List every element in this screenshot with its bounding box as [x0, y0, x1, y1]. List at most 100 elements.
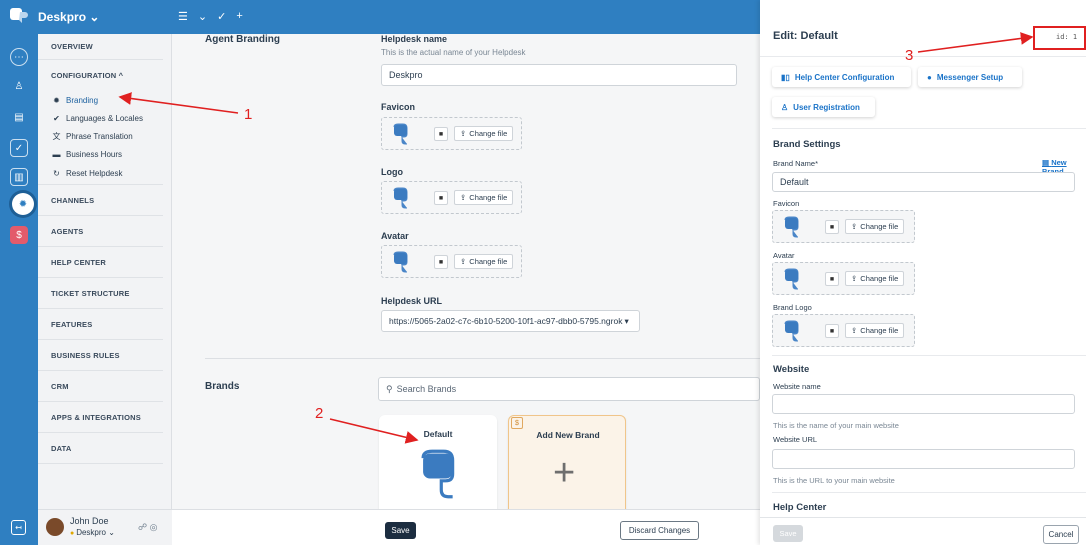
dropdown-caret-icon: ▾: [624, 315, 629, 326]
divider: [772, 355, 1086, 356]
elephant-logo-icon: [784, 268, 799, 290]
website-heading: Website: [773, 364, 810, 375]
search-brands-input[interactable]: ⚲ Search Brands: [378, 377, 760, 401]
top-bar: Deskpro ⌄ ☰ ⌄ ✓ +: [38, 0, 760, 34]
nav-item-reset-helpdesk[interactable]: ↻ Reset Helpdesk: [38, 163, 163, 185]
plus-icon[interactable]: +: [236, 10, 242, 23]
delete-icon[interactable]: ■: [825, 324, 839, 338]
panel-cancel-button[interactable]: Cancel: [1043, 525, 1079, 544]
layout-icon: ▮▯: [781, 72, 790, 82]
nav-item-business-hours[interactable]: ▬ Business Hours: [38, 145, 171, 163]
change-file-button[interactable]: ⇪ Change file: [845, 219, 905, 234]
reports-icon[interactable]: ▥: [10, 168, 28, 186]
panel-avatar-label: Avatar: [773, 251, 795, 260]
billing-icon[interactable]: $: [10, 226, 28, 244]
chat-bubble-icon: ●: [927, 72, 932, 82]
icon-rail: ⋯ ♙ ▤ ✓ ▥ ✹ $ ↤: [0, 0, 38, 545]
nav-item-branding[interactable]: ✹ Branding: [38, 91, 171, 109]
nav-apps-integrations[interactable]: APPS & INTEGRATIONS: [38, 402, 163, 433]
section-divider: [205, 358, 760, 359]
status-icon: ◎: [149, 522, 158, 532]
avatar-uploader: ■ ⇪ Change file: [381, 245, 522, 278]
edit-brand-panel: Edit: Default id: 1 ▮▯ Help Center Config…: [760, 0, 1086, 545]
upload-icon: ⇪: [460, 129, 467, 138]
checkbox-icon[interactable]: ✓: [10, 139, 28, 157]
elephant-logo-icon: [421, 449, 455, 499]
book-icon: ▤: [1042, 158, 1050, 167]
sun-icon: ✹: [53, 95, 60, 105]
agent-branding-heading: Agent Branding: [205, 34, 280, 45]
nav-agents[interactable]: AGENTS: [38, 216, 163, 247]
nav-data[interactable]: DATA: [38, 433, 163, 464]
brand-name-label: Brand Name*: [773, 159, 819, 168]
nav-item-languages[interactable]: ✔ Languages & Locales: [38, 109, 171, 127]
calendar-icon: ▬: [52, 149, 61, 159]
elephant-logo-icon: [784, 216, 799, 238]
delete-icon[interactable]: ■: [825, 272, 839, 286]
translate-icon: 文: [52, 131, 61, 141]
nav-configuration[interactable]: CONFIGURATION ^: [38, 60, 163, 91]
delete-icon[interactable]: ■: [825, 220, 839, 234]
brand-card-default[interactable]: Default: [379, 415, 497, 509]
user-footer[interactable]: John Doe ● Deskpro ⌄ ☍ ◎: [38, 509, 172, 545]
favicon-uploader: ■ ⇪ Change file: [381, 117, 522, 150]
avatar[interactable]: [46, 518, 64, 536]
nav-item-phrase-translation[interactable]: 文 Phrase Translation: [38, 127, 171, 145]
upload-icon: ⇪: [460, 193, 467, 202]
nav-ticket-structure[interactable]: TICKET STRUCTURE: [38, 278, 163, 309]
website-name-label: Website name: [773, 382, 821, 391]
app-name[interactable]: Deskpro ⌄: [38, 10, 99, 24]
knowledge-icon[interactable]: ▤: [10, 108, 28, 126]
settings-gear-icon[interactable]: ✹: [12, 193, 34, 215]
nav-channels[interactable]: CHANNELS: [38, 185, 163, 216]
nav-business-rules[interactable]: BUSINESS RULES: [38, 340, 163, 371]
brand-name-input[interactable]: Default: [772, 172, 1075, 192]
change-file-button[interactable]: ⇪ Change file: [454, 190, 514, 205]
discard-changes-button[interactable]: Discard Changes: [620, 521, 699, 540]
logo-label: Logo: [381, 167, 403, 177]
delete-icon[interactable]: ■: [434, 255, 448, 269]
avatar-label: Avatar: [381, 231, 409, 241]
annotation-number-3: 3: [905, 47, 914, 64]
helpdesk-url-label: Helpdesk URL: [381, 296, 443, 306]
website-url-input[interactable]: [772, 449, 1075, 469]
elephant-logo-icon: [393, 251, 408, 273]
change-file-button[interactable]: ⇪ Change file: [845, 271, 905, 286]
panel-footer: Save Cancel: [760, 517, 1086, 545]
chevron-down-icon[interactable]: ⌄: [198, 10, 207, 23]
nav-features[interactable]: FEATURES: [38, 309, 163, 340]
check-icon[interactable]: ✓: [217, 10, 226, 23]
panel-title: Edit: Default: [773, 30, 838, 42]
delete-icon[interactable]: ■: [434, 127, 448, 141]
messenger-setup-button[interactable]: ● Messenger Setup: [918, 67, 1022, 87]
deskpro-logo-icon[interactable]: [8, 6, 30, 26]
logout-icon[interactable]: ↤: [11, 520, 26, 535]
user-icon[interactable]: ♙: [10, 77, 28, 95]
list-icon[interactable]: ☰: [178, 10, 188, 23]
delete-icon[interactable]: ■: [434, 191, 448, 205]
user-org[interactable]: ● Deskpro ⌄: [70, 528, 115, 537]
help-center-heading: Help Center: [773, 502, 827, 513]
nav-overview[interactable]: OVERVIEW: [38, 34, 163, 60]
brand-settings-heading: Brand Settings: [773, 139, 841, 150]
website-name-input[interactable]: [772, 394, 1075, 414]
panel-save-button[interactable]: Save: [773, 525, 803, 542]
add-new-brand-card[interactable]: $ Add New Brand +: [508, 415, 626, 509]
save-button[interactable]: Save: [385, 522, 416, 539]
change-file-button[interactable]: ⇪ Change file: [845, 323, 905, 338]
helpdesk-name-input[interactable]: Deskpro: [381, 64, 737, 86]
helpdesk-url-select[interactable]: https://5065-2a02-c7c-6b10-5200-10f1-ac9…: [381, 310, 640, 332]
website-name-hint: This is the name of your main website: [773, 421, 899, 430]
status-icons[interactable]: ☍ ◎: [138, 522, 158, 533]
change-file-button[interactable]: ⇪ Change file: [454, 126, 514, 141]
panel-brand-logo-uploader: ■ ⇪ Change file: [772, 314, 915, 347]
change-file-button[interactable]: ⇪ Change file: [454, 254, 514, 269]
help-center-configuration-button[interactable]: ▮▯ Help Center Configuration: [772, 67, 911, 87]
nav-help-center[interactable]: HELP CENTER: [38, 247, 163, 278]
user-registration-button[interactable]: ♙ User Registration: [772, 97, 875, 117]
nav-crm[interactable]: CRM: [38, 371, 163, 402]
brand-card-title: Default: [423, 429, 453, 439]
main-footer: Save Discard Changes: [172, 509, 760, 545]
brands-heading: Brands: [205, 381, 240, 392]
chat-icon[interactable]: ⋯: [10, 48, 28, 66]
